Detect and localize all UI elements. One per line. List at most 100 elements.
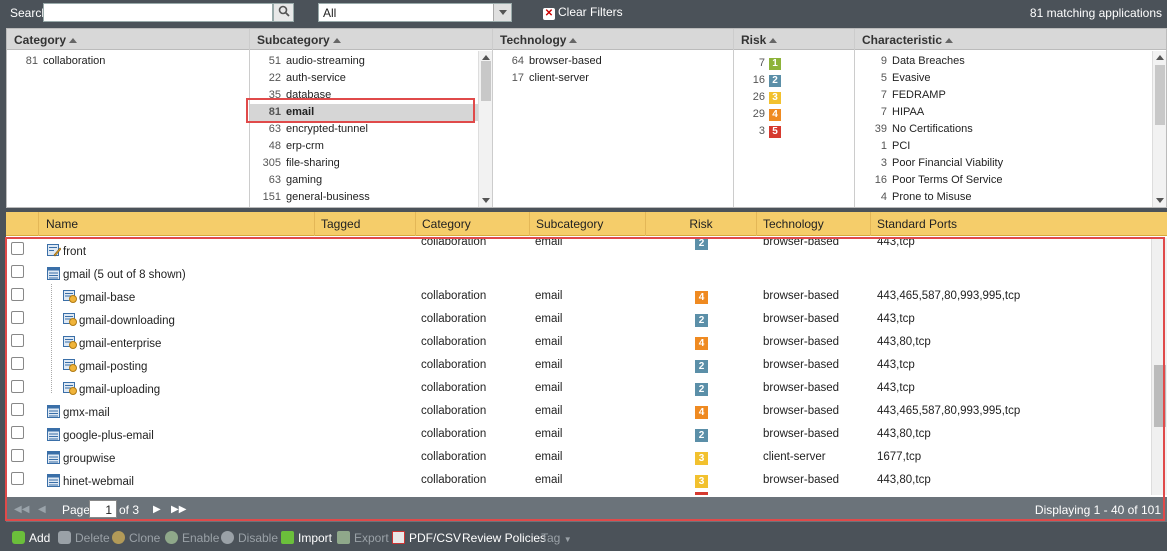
minus-icon [58,531,71,544]
facet-item-count: 63 [268,123,281,135]
disable-button[interactable]: Disable [221,531,278,545]
facet-risk-item[interactable]: 26 3 [734,89,854,106]
facet-item-count: 3 [880,157,887,169]
facet-characteristic-item[interactable]: 1 PCI [855,138,1166,155]
bottom-toolbar: Add Delete Clone Enable Disable Import E… [0,524,1167,551]
search-button[interactable] [273,3,294,22]
add-button[interactable]: Add [12,531,50,545]
facet-risk-header[interactable]: Risk [734,29,854,50]
pdf-csv-button[interactable]: PDF/CSV [392,531,461,545]
facet-technology-item[interactable]: 64 browser-based [493,53,733,70]
review-policies-button[interactable]: Review Policies [462,531,546,545]
facet-category: Category 81 collaboration [7,29,250,207]
facet-characteristic-item[interactable]: 9 Data Breaches [855,53,1166,70]
check-icon [165,531,178,544]
search-input[interactable] [43,3,273,22]
facet-item-label: Poor Terms Of Service [892,174,1003,186]
facet-subcategory-item[interactable]: 63 gaming [250,172,492,189]
facet-risk-item[interactable]: 35 [734,123,854,140]
facet-characteristic-item[interactable]: 5 Evasive [855,70,1166,87]
col-name-header[interactable]: Name [39,212,315,236]
facet-item-label: encrypted-tunnel [286,123,368,135]
facet-category-item[interactable]: 81 collaboration [7,53,249,70]
delete-button[interactable]: Delete [58,531,110,545]
facet-browser: Category 81 collaboration Subcategory 51 a… [6,28,1167,208]
facet-subcategory-item[interactable]: 63 encrypted-tunnel [250,121,492,138]
sort-asc-icon [569,38,578,43]
facet-item-count: 7 [880,106,887,118]
facet-characteristic-item[interactable]: 39 No Certifications [855,121,1166,138]
pdf-icon [392,531,405,544]
facet-item-count: 81 [25,55,38,67]
facet-characteristic-item[interactable]: 3 Poor Financial Viability [855,155,1166,172]
col-risk-header[interactable]: Risk [646,212,757,236]
facet-risk-item[interactable]: 29 4 [734,106,854,123]
col-subcategory-header[interactable]: Subcategory [530,212,646,236]
facet-item-label: auth-service [286,72,346,84]
filter-bar: Search All ✕ Clear Filters 81 matching ap… [0,0,1167,26]
facet-subcategory-item[interactable]: 151 general-business [250,189,492,206]
facet-subcategory-item[interactable]: 51 audio-streaming [250,53,492,70]
import-icon [281,531,294,544]
facet-technology-header[interactable]: Technology [493,29,733,50]
enable-button[interactable]: Enable [165,531,219,545]
clear-filters-label: Clear Filters [558,5,623,19]
filter-select[interactable]: All [318,3,512,22]
tag-button[interactable]: Tag ▼ [541,531,572,545]
facet-item-label: FEDRAMP [892,89,946,101]
facet-characteristic-item[interactable]: 7 FEDRAMP [855,87,1166,104]
facet-subcategory-header[interactable]: Subcategory [250,29,492,50]
facet-item-label: PCI [892,140,911,152]
import-button[interactable]: Import [281,531,332,545]
facet-item-label: HIPAA [892,106,925,118]
facet-subcategory-item[interactable]: 22 auth-service [250,70,492,87]
facet-item-label: Prone to Misuse [892,191,972,203]
facet-item-label: Poor Financial Viability [892,157,1004,169]
facet-item-label: Data Breaches [892,55,965,67]
facet-subcategory-item[interactable]: 305 file-sharing [250,155,492,172]
sort-asc-icon [769,38,778,43]
facet-characteristic-header[interactable]: Characteristic [855,29,1166,50]
facet-characteristic-item[interactable]: 4 Prone to Misuse [855,189,1166,206]
facet-characteristic-item[interactable]: 16 Poor Terms Of Service [855,172,1166,189]
filter-select-value: All [323,6,337,20]
col-ports-header[interactable]: Standard Ports [871,212,1167,236]
facet-item-count: 4 [880,191,887,203]
col-category-header[interactable]: Category [416,212,530,236]
select-column-header[interactable] [6,212,39,236]
facet-risk-item[interactable]: 16 2 [734,72,854,89]
sort-asc-icon [332,38,341,43]
search-icon [278,5,290,17]
facet-item-label: No Certifications [892,123,973,135]
risk-level-badge: 3 [769,92,781,104]
facet-characteristic-item[interactable]: 7 HIPAA [855,104,1166,121]
facet-item-count: 7 [758,57,765,69]
facet-item-count: 16 [752,74,765,86]
facet-risk-item[interactable]: 71 [734,55,854,72]
col-tagged-header[interactable]: Tagged [315,212,416,236]
facet-item-count: 3 [758,125,765,137]
col-technology-header[interactable]: Technology [757,212,871,236]
facet-item-count: 1 [880,140,887,152]
facet-item-count: 63 [268,174,281,186]
facet-item-count: 9 [880,55,887,67]
clear-filters-button[interactable]: ✕ Clear Filters [543,5,623,20]
facet-item-count: 7 [880,89,887,101]
facet-item-label: erp-crm [286,140,324,152]
export-button[interactable]: Export [337,531,389,545]
clone-button[interactable]: Clone [112,531,160,545]
selected-email-highlight [246,98,475,123]
facet-technology-item[interactable]: 17 client-server [493,70,733,87]
facet-category-header[interactable]: Category [7,29,249,50]
facet-item-label: audio-streaming [286,55,365,67]
characteristic-scrollbar[interactable] [1152,51,1166,207]
facet-item-count: 48 [268,140,281,152]
chevron-down-icon[interactable] [493,4,511,21]
facet-subcategory-item[interactable]: 48 erp-crm [250,138,492,155]
facet-item-label: gaming [286,174,323,186]
close-icon: ✕ [543,8,555,20]
subcategory-scrollbar[interactable] [478,51,492,207]
risk-level-badge: 5 [769,126,781,138]
facet-item-count: 64 [511,55,524,67]
facet-item-count: 29 [752,108,765,120]
